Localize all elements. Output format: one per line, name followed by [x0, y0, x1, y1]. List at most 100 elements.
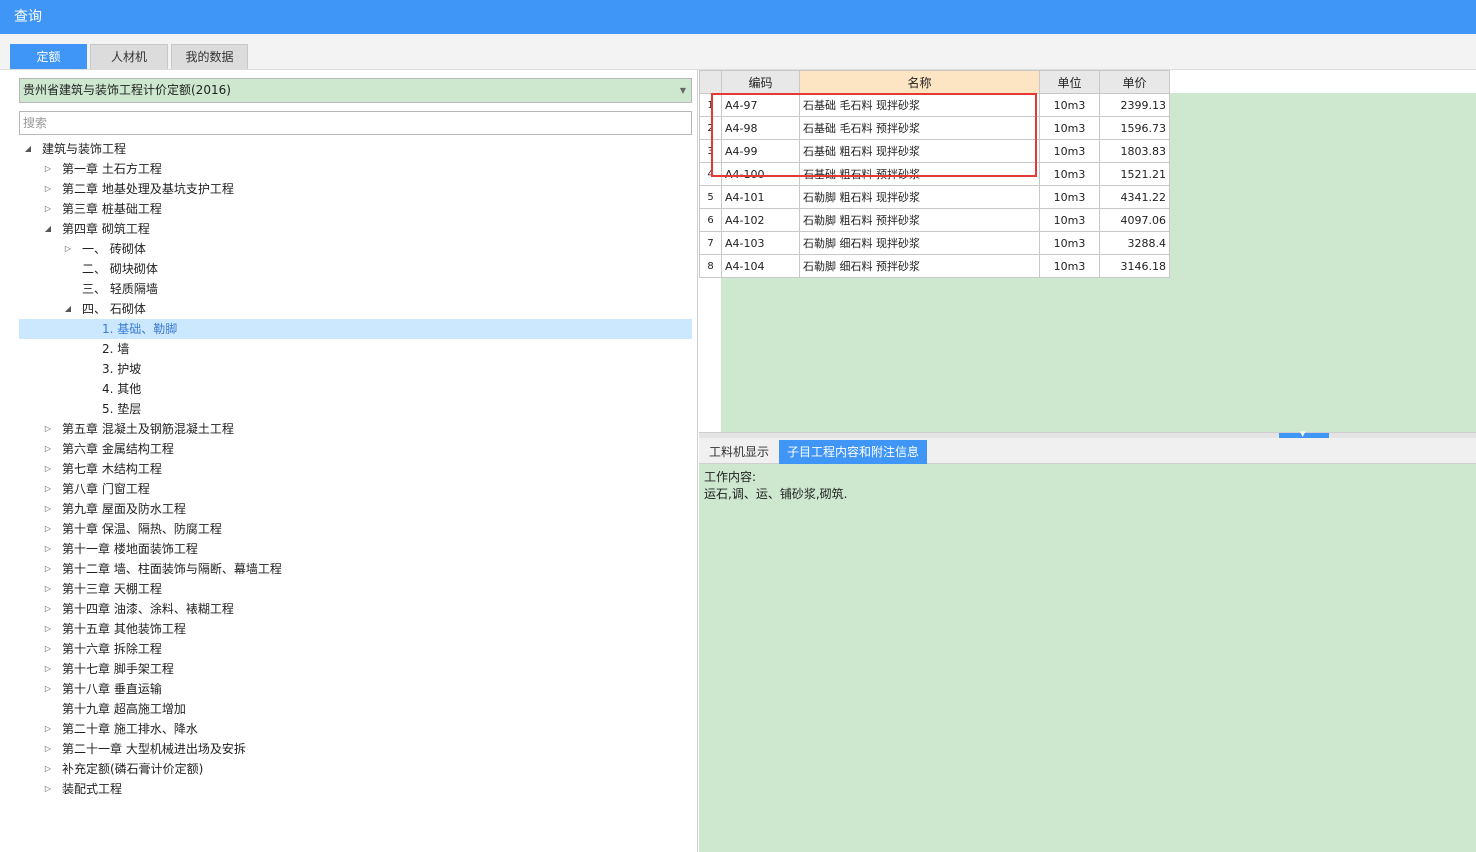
cell-code[interactable]: A4-98 [721, 116, 800, 140]
tree-item[interactable]: ◢ 建筑与装饰工程 [19, 139, 692, 159]
library-select[interactable]: 贵州省建筑与装饰工程计价定额(2016) ▼ [19, 78, 692, 103]
table-row[interactable]: 8 A4-104 石勒脚 细石料 预拌砂浆 10m3 3146.18 [699, 254, 1170, 278]
tree-item[interactable]: ▷ 第五章 混凝土及钢筋混凝土工程 [19, 419, 692, 439]
collapsed-arrow-icon[interactable]: ▷ [43, 579, 53, 599]
cell-unit[interactable]: 10m3 [1039, 231, 1100, 255]
collapsed-arrow-icon[interactable]: ▷ [43, 479, 53, 499]
cell-price[interactable]: 1803.83 [1099, 139, 1170, 163]
tree-item[interactable]: 二、 砌块砌体 [19, 259, 692, 279]
column-header-unit[interactable]: 单位 [1039, 70, 1100, 94]
tree-item[interactable]: ▷ 第十一章 楼地面装饰工程 [19, 539, 692, 559]
collapsed-arrow-icon[interactable]: ▷ [43, 719, 53, 739]
cell-unit[interactable]: 10m3 [1039, 139, 1100, 163]
cell-unit[interactable]: 10m3 [1039, 208, 1100, 232]
collapsed-arrow-icon[interactable]: ▷ [43, 739, 53, 759]
collapsed-arrow-icon[interactable]: ▷ [63, 239, 73, 259]
cell-price[interactable]: 4097.06 [1099, 208, 1170, 232]
cell-code[interactable]: A4-97 [721, 93, 800, 117]
row-number[interactable]: 1 [699, 93, 722, 117]
cell-code[interactable]: A4-99 [721, 139, 800, 163]
collapsed-arrow-icon[interactable]: ▷ [43, 419, 53, 439]
row-number[interactable]: 5 [699, 185, 722, 209]
tree-item[interactable]: ▷ 第六章 金属结构工程 [19, 439, 692, 459]
cell-name[interactable]: 石勒脚 细石料 预拌砂浆 [799, 254, 1040, 278]
column-header-price[interactable]: 单价 [1099, 70, 1170, 94]
collapsed-arrow-icon[interactable]: ▷ [43, 519, 53, 539]
cell-name[interactable]: 石勒脚 粗石料 预拌砂浆 [799, 208, 1040, 232]
tree-item[interactable]: ▷ 第一章 土石方工程 [19, 159, 692, 179]
tab-material-display[interactable]: 工料机显示 [701, 440, 777, 464]
cell-code[interactable]: A4-102 [721, 208, 800, 232]
tree-item[interactable]: 1. 基础、勒脚 [19, 319, 692, 339]
cell-unit[interactable]: 10m3 [1039, 116, 1100, 140]
collapsed-arrow-icon[interactable]: ▷ [43, 779, 53, 799]
cell-price[interactable]: 1521.21 [1099, 162, 1170, 186]
cell-code[interactable]: A4-101 [721, 185, 800, 209]
tab-labor-material-machine[interactable]: 人材机 [90, 44, 168, 69]
collapsed-arrow-icon[interactable]: ▷ [43, 159, 53, 179]
tree-item[interactable]: ▷ 第八章 门窗工程 [19, 479, 692, 499]
cell-price[interactable]: 4341.22 [1099, 185, 1170, 209]
collapsed-arrow-icon[interactable]: ▷ [43, 539, 53, 559]
cell-code[interactable]: A4-103 [721, 231, 800, 255]
column-header-name[interactable]: 名称 [799, 70, 1040, 94]
tab-my-data[interactable]: 我的数据 [171, 44, 248, 69]
tree-item[interactable]: ▷ 第二十一章 大型机械进出场及安拆 [19, 739, 692, 759]
tree-item[interactable]: 5. 垫层 [19, 399, 692, 419]
collapsed-arrow-icon[interactable]: ▷ [43, 619, 53, 639]
tree-item[interactable]: ▷ 第十三章 天棚工程 [19, 579, 692, 599]
collapsed-arrow-icon[interactable]: ▷ [43, 179, 53, 199]
tree-item[interactable]: ▷ 第九章 屋面及防水工程 [19, 499, 692, 519]
tree-item[interactable]: ▷ 第二十章 施工排水、降水 [19, 719, 692, 739]
tree-item[interactable]: ▷ 第三章 桩基础工程 [19, 199, 692, 219]
collapsed-arrow-icon[interactable]: ▷ [43, 559, 53, 579]
tree-item[interactable]: ▷ 第十六章 拆除工程 [19, 639, 692, 659]
collapsed-arrow-icon[interactable]: ▷ [43, 499, 53, 519]
row-number[interactable]: 7 [699, 231, 722, 255]
cell-name[interactable]: 石勒脚 粗石料 现拌砂浆 [799, 185, 1040, 209]
collapsed-arrow-icon[interactable]: ▷ [43, 199, 53, 219]
tree-item[interactable]: ◢ 四、 石砌体 [19, 299, 692, 319]
cell-code[interactable]: A4-100 [721, 162, 800, 186]
tree-item[interactable]: ▷ 第十五章 其他装饰工程 [19, 619, 692, 639]
row-number[interactable]: 8 [699, 254, 722, 278]
row-number[interactable]: 6 [699, 208, 722, 232]
table-row[interactable]: 5 A4-101 石勒脚 粗石料 现拌砂浆 10m3 4341.22 [699, 185, 1170, 209]
cell-price[interactable]: 2399.13 [1099, 93, 1170, 117]
collapsed-arrow-icon[interactable]: ▷ [43, 759, 53, 779]
cell-name[interactable]: 石基础 粗石料 预拌砂浆 [799, 162, 1040, 186]
tree-item[interactable]: 三、 轻质隔墙 [19, 279, 692, 299]
cell-price[interactable]: 3288.4 [1099, 231, 1170, 255]
row-number[interactable]: 3 [699, 139, 722, 163]
collapsed-arrow-icon[interactable]: ▷ [43, 439, 53, 459]
collapsed-arrow-icon[interactable]: ▷ [43, 459, 53, 479]
cell-name[interactable]: 石基础 粗石料 现拌砂浆 [799, 139, 1040, 163]
expanded-arrow-icon[interactable]: ◢ [23, 139, 33, 159]
cell-code[interactable]: A4-104 [721, 254, 800, 278]
tree-item[interactable]: ▷ 第七章 木结构工程 [19, 459, 692, 479]
collapsed-arrow-icon[interactable]: ▷ [43, 639, 53, 659]
cell-price[interactable]: 3146.18 [1099, 254, 1170, 278]
cell-unit[interactable]: 10m3 [1039, 93, 1100, 117]
cell-unit[interactable]: 10m3 [1039, 254, 1100, 278]
tab-work-content-notes[interactable]: 子目工程内容和附注信息 [779, 440, 928, 464]
tree-item[interactable]: ▷ 第二章 地基处理及基坑支护工程 [19, 179, 692, 199]
table-row[interactable]: 6 A4-102 石勒脚 粗石料 预拌砂浆 10m3 4097.06 [699, 208, 1170, 232]
expanded-arrow-icon[interactable]: ◢ [43, 219, 53, 239]
tree-item[interactable]: ▷ 装配式工程 [19, 779, 692, 799]
collapsed-arrow-icon[interactable]: ▷ [43, 679, 53, 699]
tab-quota[interactable]: 定额 [10, 44, 87, 69]
row-number[interactable]: 2 [699, 116, 722, 140]
collapsed-arrow-icon[interactable]: ▷ [43, 659, 53, 679]
tree-item[interactable]: ▷ 补充定额(磷石膏计价定额) [19, 759, 692, 779]
tree-item[interactable]: ▷ 一、 砖砌体 [19, 239, 692, 259]
tree-item[interactable]: 4. 其他 [19, 379, 692, 399]
tree-item[interactable]: ▷ 第十章 保温、隔热、防腐工程 [19, 519, 692, 539]
tree-item[interactable]: ▷ 第十七章 脚手架工程 [19, 659, 692, 679]
cell-name[interactable]: 石基础 毛石料 预拌砂浆 [799, 116, 1040, 140]
row-number[interactable]: 4 [699, 162, 722, 186]
table-row[interactable]: 3 A4-99 石基础 粗石料 现拌砂浆 10m3 1803.83 [699, 139, 1170, 163]
tree-item[interactable]: 第十九章 超高施工增加 [19, 699, 692, 719]
tree-item[interactable]: 3. 护坡 [19, 359, 692, 379]
collapsed-arrow-icon[interactable]: ▷ [43, 599, 53, 619]
